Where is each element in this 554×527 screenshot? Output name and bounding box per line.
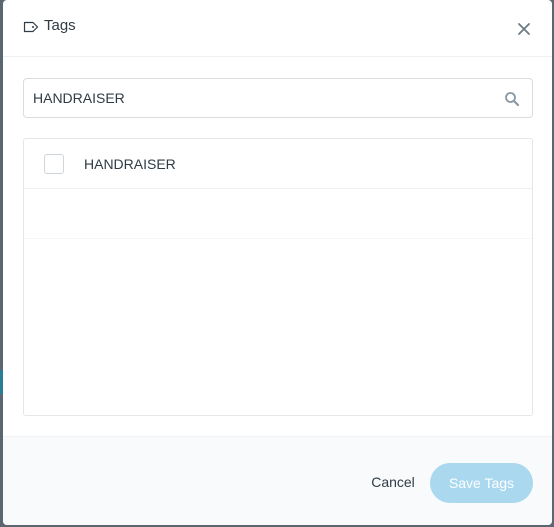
- modal-title: Tags: [44, 17, 76, 34]
- tag-checkbox[interactable]: [44, 154, 64, 174]
- list-divider: [24, 238, 532, 239]
- tag-label: HANDRAISER: [84, 156, 176, 172]
- modal-footer: Cancel Save Tags: [3, 436, 552, 525]
- tag-list: HANDRAISER: [23, 138, 533, 416]
- close-icon: [518, 23, 530, 35]
- save-tags-button[interactable]: Save Tags: [430, 463, 533, 503]
- cancel-button[interactable]: Cancel: [365, 463, 421, 501]
- search-box: [23, 78, 533, 118]
- modal-body: HANDRAISER: [3, 57, 552, 436]
- tag-list-item[interactable]: HANDRAISER: [24, 139, 532, 189]
- tag-icon: [23, 20, 39, 33]
- search-icon[interactable]: [504, 91, 520, 107]
- search-input[interactable]: [33, 79, 493, 117]
- modal-title-group: Tags: [23, 16, 76, 36]
- tags-modal: Tags HANDRAISER Cancel: [3, 0, 552, 525]
- modal-header: Tags: [3, 0, 552, 57]
- close-button[interactable]: [515, 20, 533, 38]
